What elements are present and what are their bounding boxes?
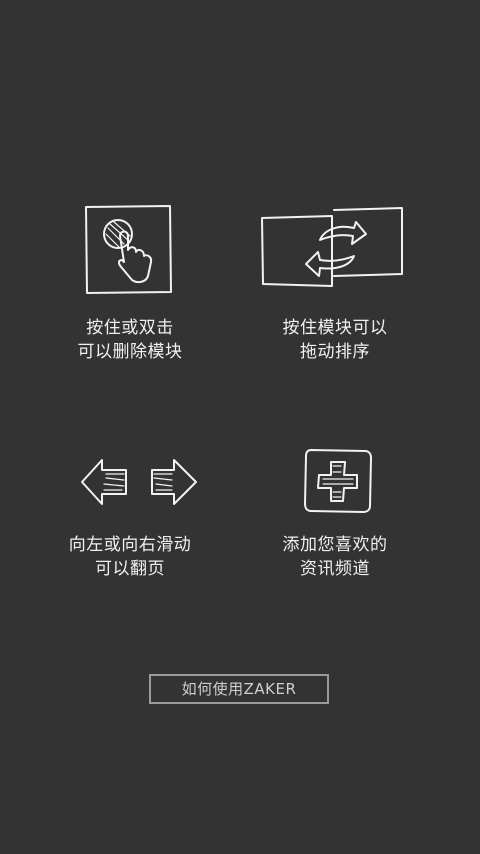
tip-caption: 添加您喜欢的 资讯频道 [240, 533, 430, 581]
tip-swipe-page: 向左或向右滑动 可以翻页 [40, 440, 220, 590]
tip-caption-line: 可以删除模块 [77, 342, 183, 362]
tip-caption-line: 向左或向右滑动 [68, 535, 192, 555]
tip-delete-module: 按住或双击 可以删除模块 [40, 200, 220, 370]
swap-cards-icon [260, 206, 406, 288]
tip-add-channels: 添加您喜欢的 资讯频道 [240, 440, 430, 590]
tip-caption-line: 可以翻页 [95, 559, 165, 579]
tip-caption-line: 按住模块可以 [282, 318, 388, 338]
left-right-arrows-icon [80, 456, 198, 508]
tip-caption-line: 添加您喜欢的 [282, 535, 388, 555]
tip-caption: 向左或向右滑动 可以翻页 [40, 533, 220, 581]
tap-hand-icon [84, 204, 174, 296]
help-overlay: { "tips": [ { "icon": "tap-hand-icon", "… [0, 0, 480, 854]
how-to-use-button[interactable]: 如何使用ZAKER [149, 674, 329, 704]
add-plus-icon [303, 448, 373, 514]
tip-reorder-module: 按住模块可以 拖动排序 [240, 200, 430, 370]
tip-caption-line: 按住或双击 [86, 318, 174, 338]
tip-caption: 按住模块可以 拖动排序 [240, 316, 430, 364]
tip-caption-line: 拖动排序 [300, 342, 370, 362]
tip-caption: 按住或双击 可以删除模块 [40, 316, 220, 364]
tip-caption-line: 资讯频道 [300, 559, 370, 579]
